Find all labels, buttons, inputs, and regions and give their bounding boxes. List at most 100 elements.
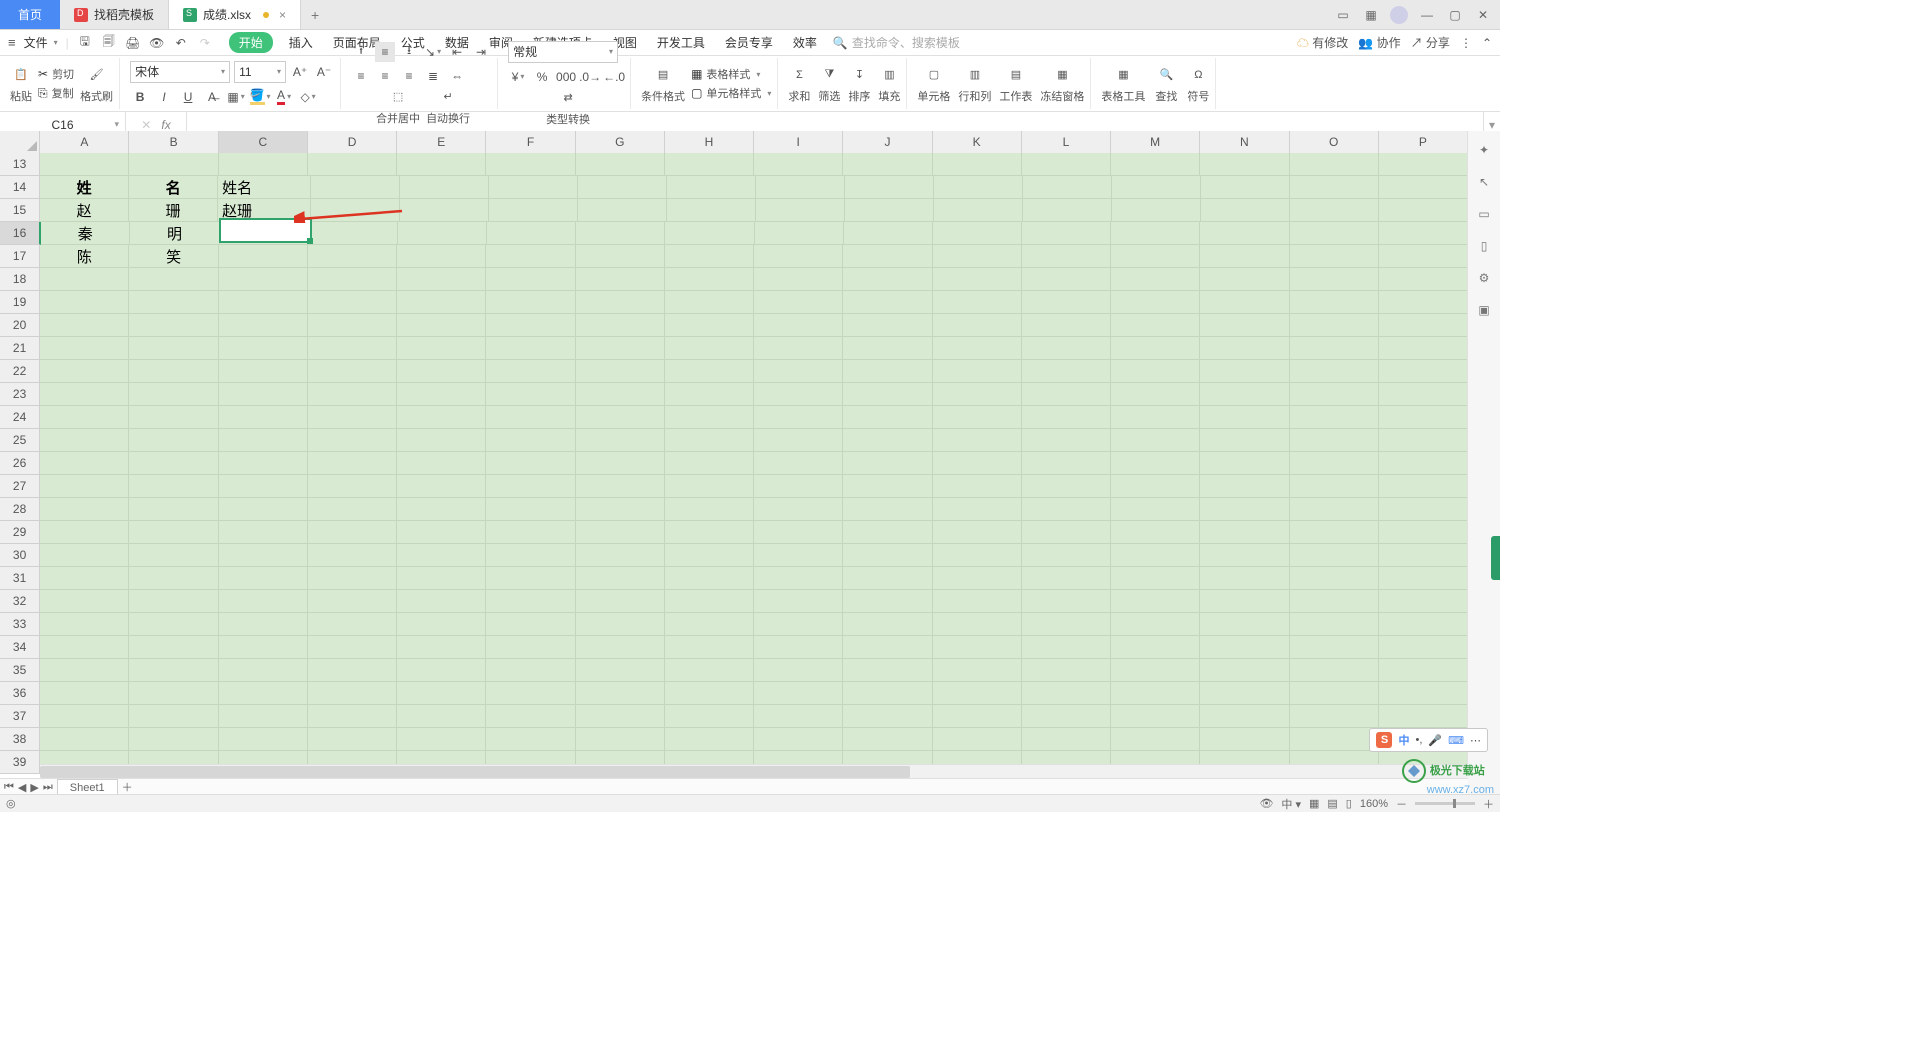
- row-header[interactable]: 36: [0, 682, 40, 705]
- cell[interactable]: [665, 636, 754, 659]
- cell[interactable]: 名: [129, 176, 218, 199]
- cell[interactable]: [40, 429, 129, 452]
- apps-icon[interactable]: ▦: [1362, 6, 1380, 24]
- cell[interactable]: [1290, 245, 1379, 268]
- cell[interactable]: [843, 429, 932, 452]
- cell[interactable]: [1111, 613, 1200, 636]
- cell[interactable]: [754, 705, 843, 728]
- cell[interactable]: [1290, 498, 1379, 521]
- cell[interactable]: [40, 498, 129, 521]
- cell[interactable]: [1290, 337, 1379, 360]
- cell[interactable]: [308, 613, 397, 636]
- cell[interactable]: [308, 452, 397, 475]
- cell[interactable]: [1022, 636, 1111, 659]
- cell[interactable]: [754, 245, 843, 268]
- cell[interactable]: 姓: [40, 176, 129, 199]
- row-header[interactable]: 23: [0, 383, 40, 406]
- cell[interactable]: [754, 544, 843, 567]
- cell[interactable]: [129, 337, 218, 360]
- cell[interactable]: [933, 153, 1022, 176]
- cell[interactable]: [844, 222, 933, 245]
- cell[interactable]: [1290, 636, 1379, 659]
- cell[interactable]: [1111, 659, 1200, 682]
- cell[interactable]: [40, 360, 129, 383]
- cell[interactable]: [665, 521, 754, 544]
- cell[interactable]: [665, 682, 754, 705]
- cell[interactable]: [308, 383, 397, 406]
- view-page-icon[interactable]: ▤: [1327, 797, 1337, 810]
- cell[interactable]: [397, 337, 486, 360]
- cell[interactable]: [129, 153, 218, 176]
- tab-member[interactable]: 会员专享: [721, 32, 777, 53]
- cell[interactable]: [308, 268, 397, 291]
- cell[interactable]: [1290, 199, 1379, 222]
- cell[interactable]: [576, 406, 665, 429]
- cell[interactable]: [576, 682, 665, 705]
- cell[interactable]: [129, 705, 218, 728]
- cell[interactable]: [311, 176, 400, 199]
- ai-icon[interactable]: ✦: [1475, 141, 1493, 159]
- cell[interactable]: [576, 452, 665, 475]
- cell[interactable]: [129, 429, 218, 452]
- cell[interactable]: [576, 728, 665, 751]
- row-header[interactable]: 13: [0, 153, 40, 176]
- cell[interactable]: [576, 314, 665, 337]
- cell[interactable]: [1111, 337, 1200, 360]
- cell[interactable]: [129, 728, 218, 751]
- cell[interactable]: [1200, 567, 1289, 590]
- cell[interactable]: [1379, 452, 1468, 475]
- row-header[interactable]: 25: [0, 429, 40, 452]
- indent-dec-button[interactable]: ⇤: [447, 42, 467, 62]
- cell[interactable]: [576, 153, 665, 176]
- cell[interactable]: [1379, 567, 1468, 590]
- first-sheet-icon[interactable]: ⏮: [4, 781, 14, 794]
- command-search[interactable]: 🔍 查找命令、搜索模板: [833, 34, 960, 51]
- cell[interactable]: [397, 567, 486, 590]
- row-header[interactable]: 30: [0, 544, 40, 567]
- cell[interactable]: [129, 567, 218, 590]
- cell[interactable]: [1290, 475, 1379, 498]
- cell[interactable]: 陈: [40, 245, 129, 268]
- cell[interactable]: [667, 176, 756, 199]
- cell[interactable]: [845, 176, 934, 199]
- freeze-button[interactable]: ▦冻结窗格: [1040, 64, 1084, 104]
- find-button[interactable]: 🔍查找: [1155, 64, 1177, 104]
- cell[interactable]: [1022, 452, 1111, 475]
- cell[interactable]: [129, 613, 218, 636]
- cell[interactable]: [843, 337, 932, 360]
- row-header[interactable]: 39: [0, 751, 40, 774]
- horizontal-scrollbar[interactable]: [40, 764, 1468, 779]
- table-style-button[interactable]: ▦表格样式▾: [691, 66, 771, 82]
- cell[interactable]: [486, 613, 575, 636]
- cell[interactable]: [129, 268, 218, 291]
- cell[interactable]: [578, 199, 667, 222]
- cell[interactable]: [933, 498, 1022, 521]
- row-header[interactable]: 21: [0, 337, 40, 360]
- cell[interactable]: [1022, 429, 1111, 452]
- cell[interactable]: [1022, 360, 1111, 383]
- cell[interactable]: [397, 383, 486, 406]
- font-name-select[interactable]: 宋体▾: [130, 61, 230, 83]
- cell[interactable]: [843, 406, 932, 429]
- cell[interactable]: [933, 360, 1022, 383]
- sum-button[interactable]: Σ求和: [788, 64, 810, 104]
- help-panel-icon[interactable]: ▣: [1475, 301, 1493, 319]
- cell[interactable]: [308, 682, 397, 705]
- cell[interactable]: [1379, 176, 1468, 199]
- cell[interactable]: [1290, 153, 1379, 176]
- user-avatar[interactable]: [1390, 6, 1408, 24]
- layout-icon[interactable]: ▭: [1334, 6, 1352, 24]
- cell[interactable]: [754, 475, 843, 498]
- cell[interactable]: [1379, 659, 1468, 682]
- sort-button[interactable]: ↧排序: [848, 64, 870, 104]
- cell[interactable]: [1111, 383, 1200, 406]
- cell[interactable]: [665, 613, 754, 636]
- last-sheet-icon[interactable]: ⏭: [43, 781, 53, 794]
- row-header[interactable]: 18: [0, 268, 40, 291]
- cell[interactable]: [1200, 429, 1289, 452]
- cell[interactable]: [576, 360, 665, 383]
- cell[interactable]: [397, 452, 486, 475]
- cell[interactable]: [308, 590, 397, 613]
- cell[interactable]: [1200, 314, 1289, 337]
- cell[interactable]: [40, 705, 129, 728]
